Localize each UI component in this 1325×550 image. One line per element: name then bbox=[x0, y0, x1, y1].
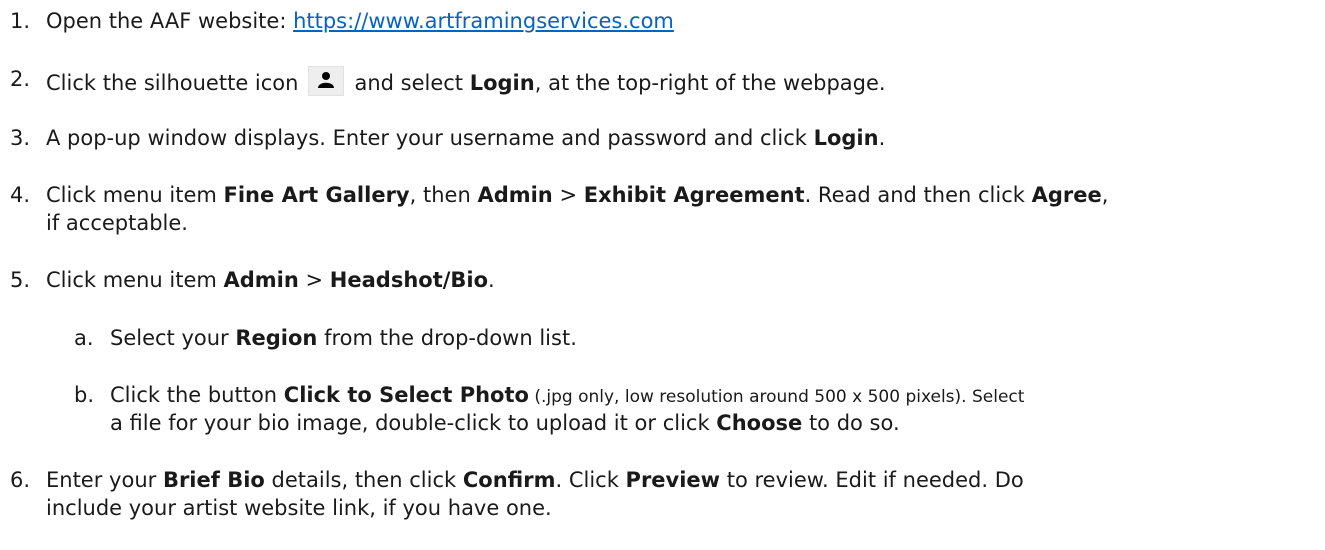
step-number: 2. bbox=[10, 67, 31, 91]
user-silhouette-icon bbox=[308, 66, 345, 96]
step-4-continued: if acceptable. bbox=[46, 211, 188, 235]
step-text: to review. Edit if needed. Do bbox=[720, 468, 1024, 492]
step-number: 5. bbox=[10, 268, 31, 292]
step-text: Enter your bbox=[46, 468, 163, 492]
step-text: > bbox=[298, 268, 330, 292]
click-to-select-photo-term: Click to Select Photo bbox=[283, 383, 529, 407]
step-text: Click the button bbox=[110, 383, 284, 407]
step-text: Click menu item bbox=[46, 183, 224, 207]
step-3: 3. A pop-up window displays. Enter your … bbox=[10, 125, 885, 151]
step-text: Open the AAF website: bbox=[46, 9, 294, 33]
fine-art-gallery-term: Fine Art Gallery bbox=[223, 183, 410, 207]
confirm-term: Confirm bbox=[462, 468, 556, 492]
step-5a: a. Select your Region from the drop-down… bbox=[74, 325, 577, 351]
step-text: . bbox=[878, 126, 886, 150]
agree-term: Agree bbox=[1031, 183, 1102, 207]
step-5b-continued: a file for your bio image, double-click … bbox=[110, 410, 900, 436]
aaf-website-link[interactable]: https://www.artframingservices.com bbox=[293, 9, 674, 33]
step-text: a file for your bio image, double-click … bbox=[110, 411, 717, 435]
step-2: 2. Click the silhouette icon and select L… bbox=[10, 66, 886, 96]
step-4: 4. Click menu item Fine Art Gallery, the… bbox=[10, 182, 1108, 208]
step-text: . bbox=[488, 268, 495, 292]
step-5: 5. Click menu item Admin > Headshot/Bio. bbox=[10, 267, 495, 293]
step-number: 1. bbox=[10, 9, 31, 33]
exhibit-agreement-term: Exhibit Agreement bbox=[583, 183, 805, 207]
step-text: to do so. bbox=[802, 411, 900, 435]
step-6-continued: include your artist website link, if you… bbox=[46, 496, 552, 520]
step-text: (.jpg only, low resolution around 500 x … bbox=[528, 387, 1025, 407]
step-number: a. bbox=[74, 326, 94, 350]
step-text: Click the silhouette icon bbox=[46, 71, 299, 95]
step-text: , then bbox=[409, 183, 478, 207]
brief-bio-term: Brief Bio bbox=[162, 468, 265, 492]
step-number: 6. bbox=[10, 468, 31, 492]
login-term: Login bbox=[469, 71, 535, 95]
step-text: . Click bbox=[555, 468, 626, 492]
preview-term: Preview bbox=[625, 468, 721, 492]
step-text: from the drop-down list. bbox=[317, 326, 577, 350]
step-text: Select your bbox=[110, 326, 236, 350]
step-text: and select bbox=[354, 71, 470, 95]
step-5b: b. Click the button Click to Select Phot… bbox=[74, 382, 1024, 408]
region-term: Region bbox=[235, 326, 318, 350]
step-6: 6. Enter your Brief Bio details, then cl… bbox=[10, 467, 1024, 493]
step-text: A pop-up window displays. Enter your use… bbox=[46, 126, 814, 150]
instruction-document: 1. Open the AAF website: https://www.art… bbox=[0, 0, 1325, 550]
admin-term: Admin bbox=[477, 183, 553, 207]
step-1: 1. Open the AAF website: https://www.art… bbox=[10, 8, 674, 34]
login-term: Login bbox=[813, 126, 879, 150]
step-text: , at the top-right of the webpage. bbox=[534, 71, 886, 95]
step-number: 3. bbox=[10, 126, 31, 150]
step-text: , bbox=[1101, 183, 1109, 207]
step-text: Click menu item bbox=[46, 268, 224, 292]
step-text: details, then click bbox=[264, 468, 463, 492]
admin-term: Admin bbox=[223, 268, 299, 292]
step-number: b. bbox=[74, 383, 95, 407]
step-number: 4. bbox=[10, 183, 31, 207]
choose-term: Choose bbox=[716, 411, 803, 435]
step-text: . Read and then click bbox=[804, 183, 1032, 207]
headshot-bio-term: Headshot/Bio bbox=[329, 268, 489, 292]
step-text: > bbox=[552, 183, 584, 207]
